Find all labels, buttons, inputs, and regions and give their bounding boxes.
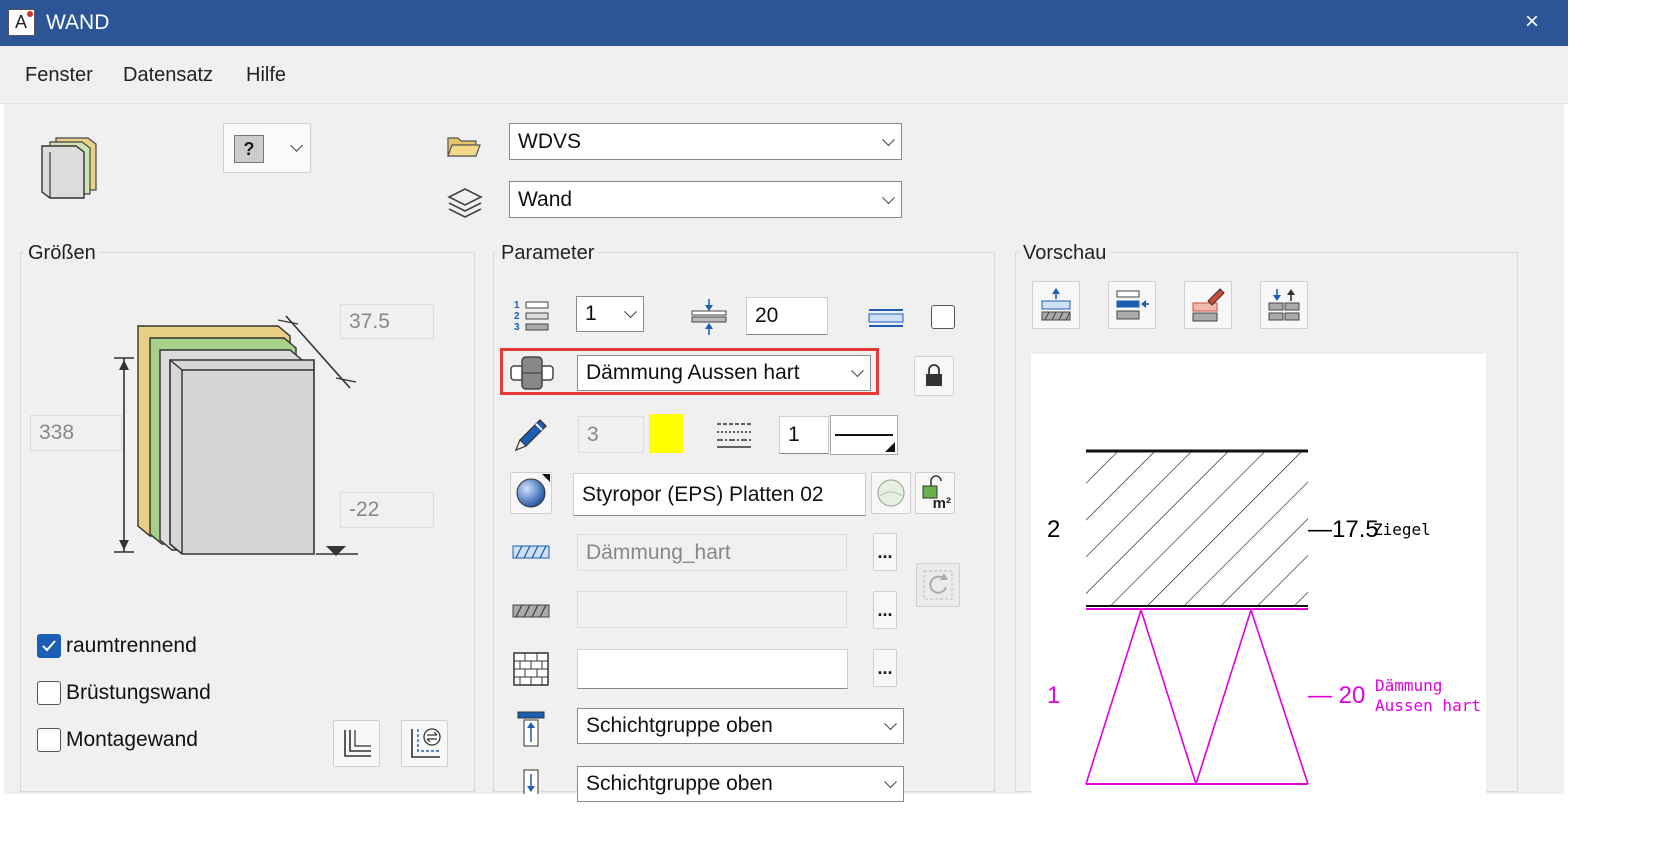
hatch-blue-icon xyxy=(867,303,905,329)
chevron-down-icon xyxy=(290,139,303,152)
layer-number-combo[interactable]: 1 xyxy=(576,296,644,332)
offset-field[interactable]: -22 xyxy=(340,492,434,528)
raumtrennend-label: raumtrennend xyxy=(66,634,197,657)
vorschau-title: Vorschau xyxy=(1019,242,1111,265)
layer-up-button[interactable] xyxy=(1032,281,1080,329)
layer-delete-button[interactable] xyxy=(1184,281,1232,329)
menu-fenster[interactable]: Fenster xyxy=(25,64,93,87)
title-bar: A WAND × xyxy=(0,0,1568,46)
group-top-combo[interactable]: Schichtgruppe oben xyxy=(577,708,904,744)
material-field[interactable]: Styropor (EPS) Platten 02 xyxy=(573,473,866,516)
folder-combo[interactable]: WDVS xyxy=(509,123,902,160)
wall-dimension-illustration xyxy=(110,300,360,562)
group-top-icon xyxy=(516,710,546,748)
area-lock-button[interactable]: m² xyxy=(915,472,955,514)
menu-datensatz[interactable]: Datensatz xyxy=(123,64,213,87)
layers-icon xyxy=(446,186,484,222)
layer-thickness-field[interactable]: 20 xyxy=(746,297,828,335)
wall-swap-icon xyxy=(410,727,441,758)
layer-type-icon xyxy=(510,356,554,390)
brick-icon xyxy=(512,651,550,687)
layer-insert-button[interactable] xyxy=(1108,281,1156,329)
pattern-field[interactable] xyxy=(577,649,848,689)
lock-button[interactable] xyxy=(914,356,954,396)
wall-corner-icon xyxy=(343,729,371,757)
layer-insert-icon xyxy=(1116,290,1149,320)
refresh-icon xyxy=(923,570,953,600)
preview-layer1-number: 1 xyxy=(1047,682,1061,709)
hatch-icon xyxy=(512,543,550,561)
hatch-checkbox[interactable] xyxy=(931,305,955,329)
menu-hilfe[interactable]: Hilfe xyxy=(246,64,286,87)
layer-swap-button[interactable] xyxy=(1260,281,1308,329)
height-field[interactable]: 338 xyxy=(30,415,122,451)
group-bottom-icon xyxy=(516,768,546,794)
montagewand-label: Montagewand xyxy=(66,728,198,751)
preview-layer1-name-line2: Aussen hart xyxy=(1375,696,1481,715)
pen-color-swatch[interactable] xyxy=(649,414,683,453)
bruestungswand-checkbox[interactable] xyxy=(37,681,61,705)
parameter-title: Parameter xyxy=(497,242,599,265)
line-style-picker[interactable] xyxy=(830,415,898,455)
layer-up-icon xyxy=(1041,288,1071,321)
preview-layer2-number: 2 xyxy=(1047,516,1061,543)
hatch-field[interactable]: Dämmung_hart xyxy=(577,534,847,571)
lock-icon xyxy=(926,364,942,386)
preview-layer2-name: Ziegel xyxy=(1373,520,1431,539)
hatch-browse-button[interactable]: ... xyxy=(873,533,897,571)
group-bottom-combo[interactable]: Schichtgruppe oben xyxy=(577,766,904,802)
raumtrennend-checkbox[interactable] xyxy=(37,634,61,658)
preview-layer1-thickness: — 20 xyxy=(1308,682,1366,709)
hatch2-browse-button[interactable]: ... xyxy=(873,591,897,629)
pen-field[interactable]: 3 xyxy=(578,416,644,453)
line-type-icon xyxy=(715,420,753,450)
layer-type-combo[interactable]: Dämmung Aussen hart xyxy=(577,355,871,391)
thickness-icon xyxy=(690,299,728,335)
thickness-field[interactable]: 37.5 xyxy=(340,304,434,339)
bruestungswand-label: Brüstungswand xyxy=(66,681,211,704)
line-type-field[interactable]: 1 xyxy=(779,416,829,454)
pattern-browse-button[interactable]: ... xyxy=(873,649,897,687)
wall-corner-button[interactable] xyxy=(333,720,380,767)
swap-layers-icon xyxy=(1268,289,1300,321)
help-icon: ? xyxy=(234,135,264,163)
refresh-button[interactable] xyxy=(916,563,960,607)
texture-sphere-icon xyxy=(877,479,905,507)
folder-icon xyxy=(446,132,482,160)
close-button[interactable]: × xyxy=(1512,4,1552,40)
hatch2-field[interactable] xyxy=(577,591,847,628)
montagewand-checkbox[interactable] xyxy=(37,728,61,752)
window-title: WAND xyxy=(46,11,110,34)
pen-icon xyxy=(512,414,552,454)
app-icon: A xyxy=(8,9,35,36)
favorite-combo[interactable]: ? xyxy=(223,123,311,173)
wall-type-icon[interactable] xyxy=(38,130,100,202)
menu-bar: Fenster Datensatz Hilfe xyxy=(0,46,1568,104)
preview-layer1-name-line1: Dämmung xyxy=(1375,676,1443,695)
layer-combo[interactable]: Wand xyxy=(509,181,902,218)
wall-swap-button[interactable] xyxy=(401,720,448,767)
preview-canvas: 2 —17.5 Ziegel 1 — 20 Dämmung Aussen har… xyxy=(1031,354,1486,794)
pattern-hatch-icon xyxy=(512,602,550,620)
layer-number-icon: 1 2 3 xyxy=(512,300,550,334)
groessen-title: Größen xyxy=(24,242,100,265)
material-sphere-button[interactable] xyxy=(510,472,552,514)
texture-button[interactable] xyxy=(871,472,911,514)
eraser-icon xyxy=(1192,288,1225,322)
preview-layer2-thickness: —17.5 xyxy=(1308,516,1379,543)
